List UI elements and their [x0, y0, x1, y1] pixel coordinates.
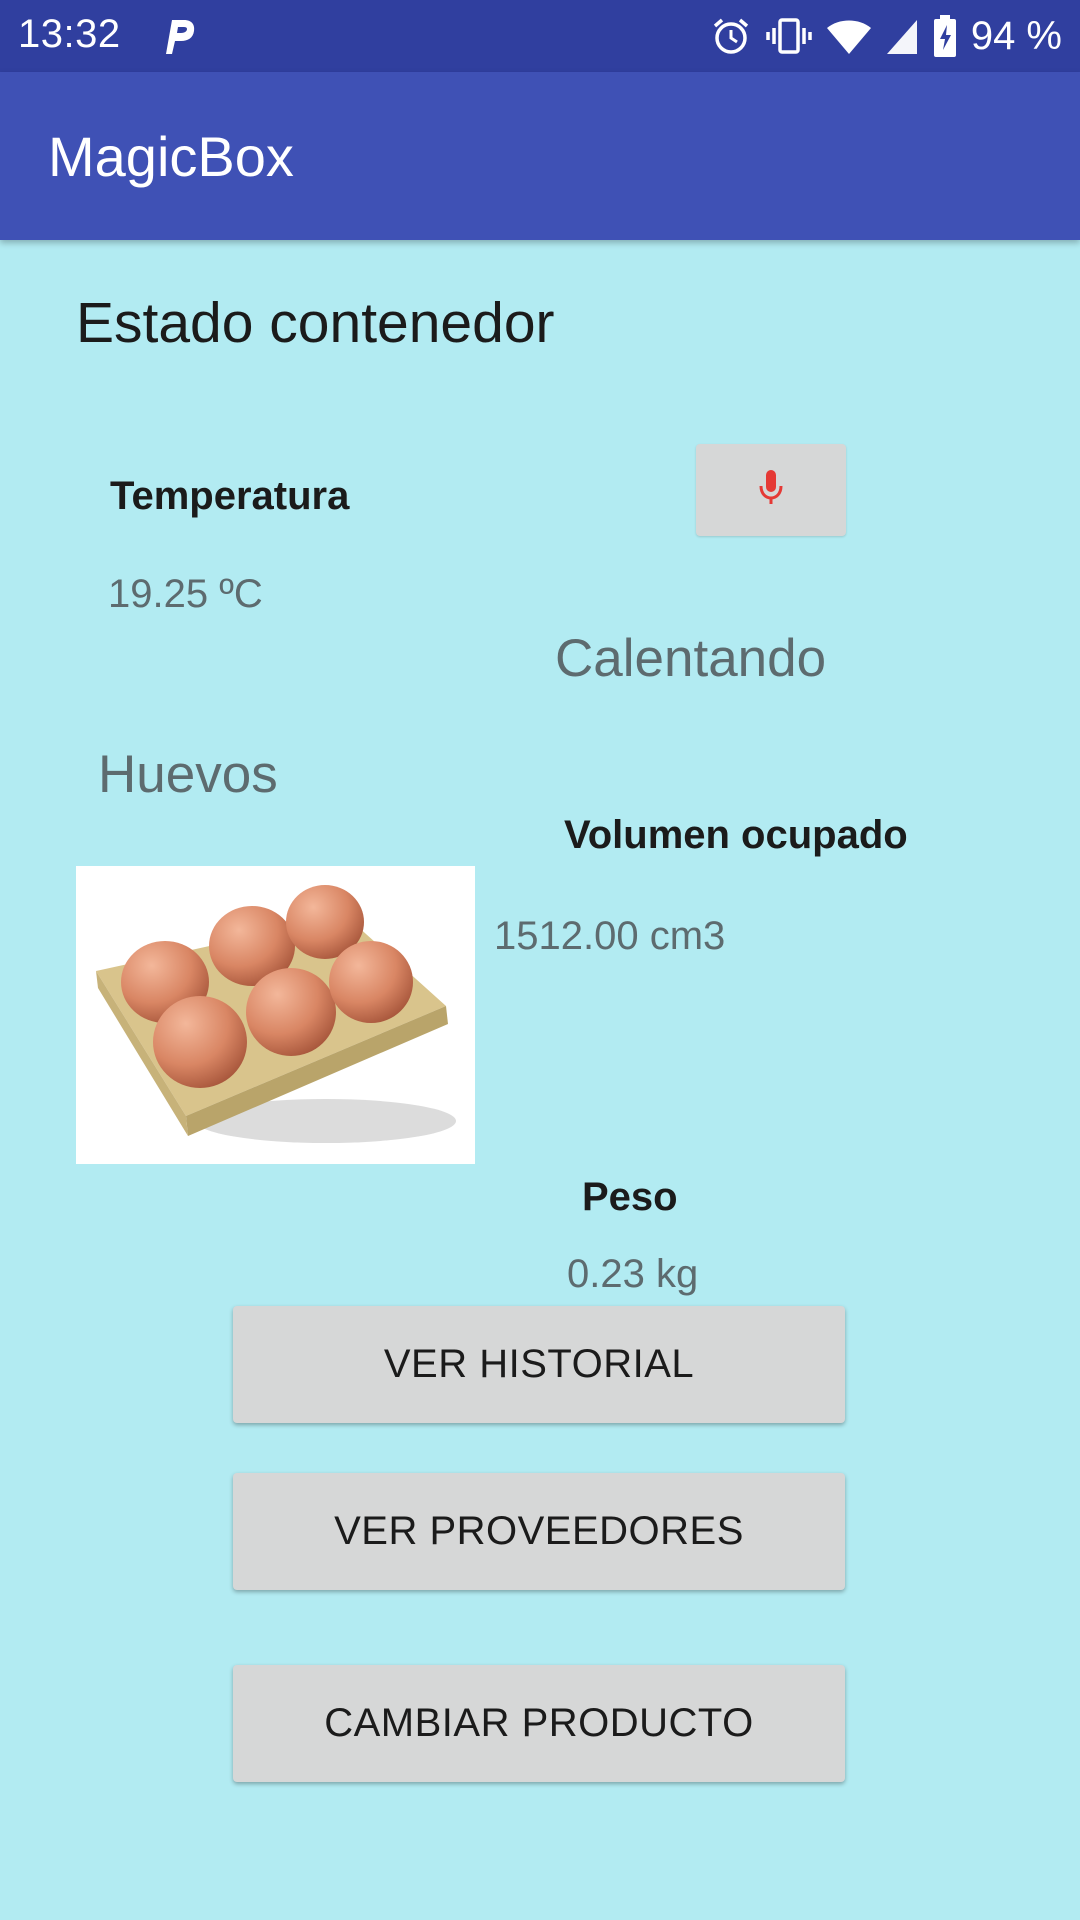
microphone-button[interactable]	[696, 444, 846, 536]
parking-p-icon	[162, 16, 196, 56]
signal-icon	[885, 16, 919, 56]
battery-percentage: 94 %	[970, 13, 1062, 58]
app-bar: MagicBox	[0, 72, 1080, 240]
heating-status: Calentando	[555, 629, 827, 688]
view-history-button[interactable]: VER HISTORIAL	[233, 1306, 845, 1423]
product-name: Huevos	[98, 745, 278, 804]
view-providers-button[interactable]: VER PROVEEDORES	[233, 1473, 845, 1590]
change-product-button[interactable]: CAMBIAR PRODUCTO	[233, 1665, 845, 1782]
microphone-icon	[758, 468, 784, 513]
vibrate-icon	[765, 16, 813, 56]
status-bar: 13:32 94 %	[0, 0, 1080, 72]
volume-value: 1512.00 cm3	[494, 914, 726, 958]
temperature-label: Temperatura	[110, 474, 350, 518]
wifi-icon	[826, 16, 871, 56]
alarm-icon	[711, 16, 751, 56]
app-title: MagicBox	[48, 125, 294, 188]
status-time: 13:32	[18, 12, 121, 56]
battery-charging-icon	[933, 15, 957, 57]
weight-value: 0.23 kg	[567, 1252, 699, 1296]
section-title: Estado contenedor	[76, 291, 555, 355]
status-icons: 94 %	[711, 12, 1062, 60]
egg-carton-image	[76, 866, 475, 1164]
volume-label: Volumen ocupado	[564, 813, 908, 857]
weight-label: Peso	[582, 1175, 678, 1219]
temperature-value: 19.25 ºC	[108, 572, 263, 616]
